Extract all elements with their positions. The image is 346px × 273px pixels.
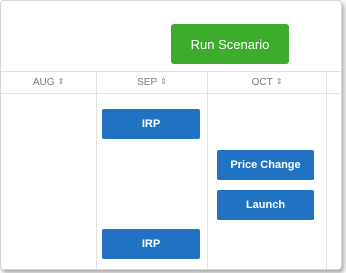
task-block-launch[interactable]: Launch bbox=[217, 190, 314, 220]
task-block-irp[interactable]: IRP bbox=[102, 229, 200, 259]
run-scenario-button[interactable]: Run Scenario bbox=[171, 24, 289, 64]
column-header-sep[interactable]: SEP ⇕ bbox=[97, 71, 207, 93]
scenario-timeline-panel: Run Scenario AUG ⇕ SEP ⇕ OCT ⇕ IRP IRP P… bbox=[0, 0, 342, 270]
column-header-label: SEP bbox=[137, 76, 158, 88]
sort-icon: ⇕ bbox=[160, 77, 167, 86]
sort-icon: ⇕ bbox=[275, 77, 283, 86]
toolbar: Run Scenario bbox=[1, 1, 341, 72]
column-header-label: OCT bbox=[251, 76, 273, 88]
task-block-price-change[interactable]: Price Change bbox=[217, 150, 314, 180]
sort-icon: ⇕ bbox=[57, 77, 65, 86]
column-divider bbox=[326, 71, 327, 269]
column-header-label: AUG bbox=[32, 76, 55, 88]
month-header-row: AUG ⇕ SEP ⇕ OCT ⇕ bbox=[1, 71, 341, 94]
column-header-oct[interactable]: OCT ⇕ bbox=[208, 71, 326, 93]
task-block-irp[interactable]: IRP bbox=[102, 109, 200, 139]
column-divider bbox=[207, 71, 208, 269]
column-divider bbox=[96, 71, 97, 269]
column-header-aug[interactable]: AUG ⇕ bbox=[1, 71, 96, 93]
